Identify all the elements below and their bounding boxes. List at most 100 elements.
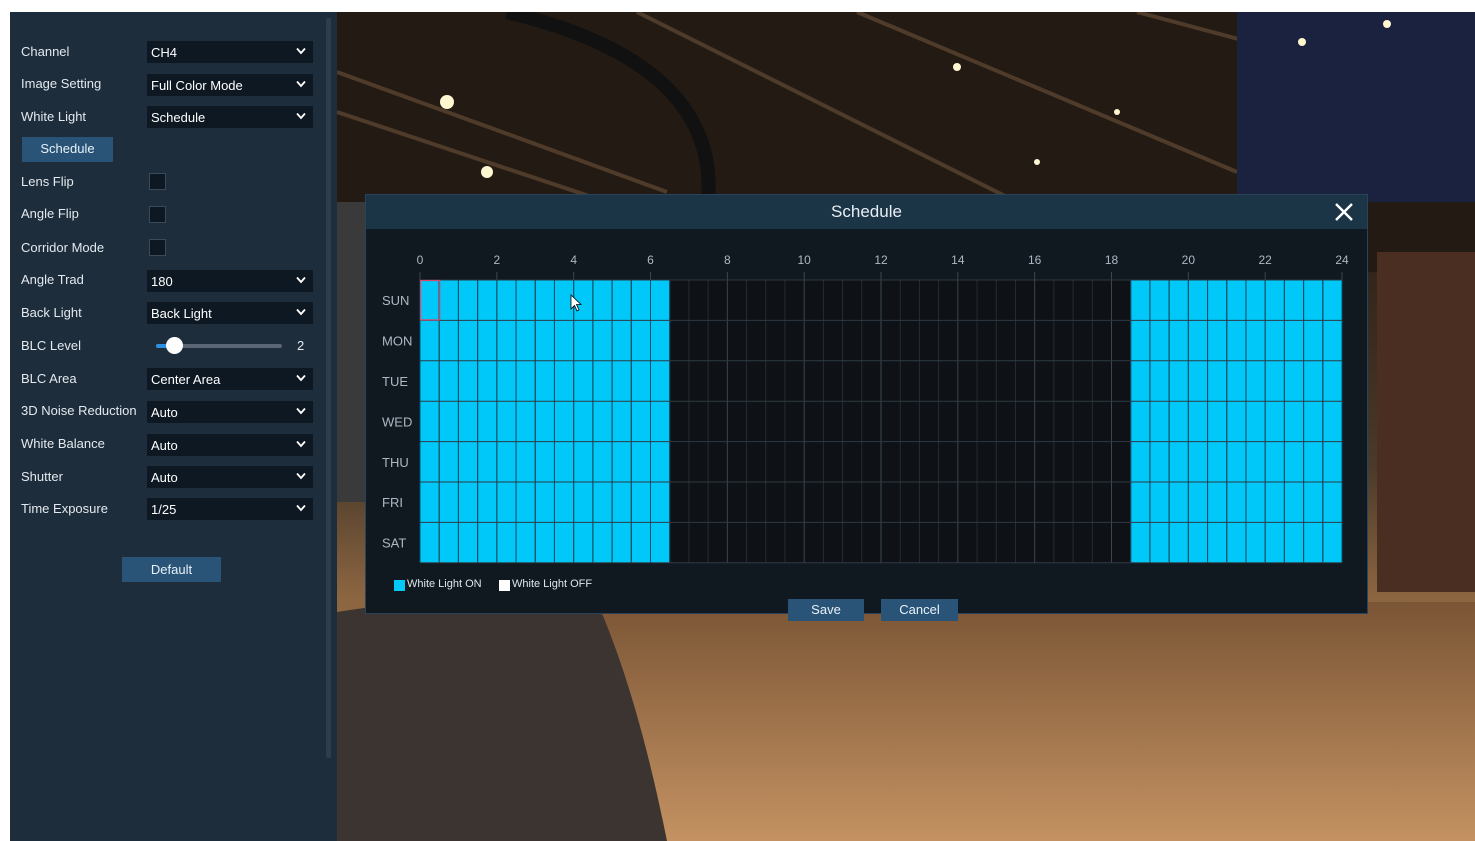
hour-tick-label: 4 (570, 253, 577, 267)
shutter-value: Auto (151, 470, 178, 485)
image-setting-value: Full Color Mode (151, 78, 243, 93)
lens-flip-label: Lens Flip (21, 174, 74, 189)
white-balance-label: White Balance (21, 436, 105, 451)
time-exposure-select[interactable]: 1/25 (147, 498, 313, 520)
legend-on-swatch (394, 580, 405, 591)
channel-select[interactable]: CH4 (147, 41, 313, 63)
chevron-down-icon (296, 308, 306, 316)
hour-tick-label: 14 (951, 253, 965, 267)
hour-tick-label: 18 (1105, 253, 1119, 267)
chevron-down-icon (296, 440, 306, 448)
blc-level-slider-handle[interactable] (165, 337, 183, 354)
noise-reduction-label: 3D Noise Reduction (21, 403, 137, 418)
angle-trad-select[interactable]: 180 (147, 270, 313, 292)
schedule-on-block[interactable] (420, 522, 670, 563)
legend-on-label: White Light ON (407, 578, 482, 590)
legend-off-label: White Light OFF (512, 578, 593, 590)
shutter-label: Shutter (21, 469, 63, 484)
schedule-on-block[interactable] (1130, 482, 1342, 523)
chevron-down-icon (296, 47, 306, 55)
chevron-down-icon (296, 504, 306, 512)
hour-tick-label: 22 (1258, 253, 1272, 267)
hour-tick-label: 8 (724, 253, 731, 267)
panel-scrollbar[interactable] (326, 18, 331, 758)
hour-tick-label: 6 (647, 253, 654, 267)
blc-level-slider[interactable] (156, 337, 282, 354)
angle-trad-value: 180 (151, 274, 173, 289)
chevron-down-icon (296, 112, 306, 120)
back-light-label: Back Light (21, 305, 82, 320)
channel-label: Channel (21, 44, 70, 59)
blc-level-label: BLC Level (21, 338, 81, 353)
dialog-title: Schedule (831, 202, 902, 221)
chevron-down-icon (296, 472, 306, 480)
time-exposure-label: Time Exposure (21, 501, 108, 516)
day-label: SUN (382, 293, 409, 308)
angle-flip-label: Angle Flip (21, 206, 79, 221)
day-label: SAT (382, 536, 406, 551)
channel-value: CH4 (151, 45, 178, 60)
hour-tick-label: 2 (493, 253, 500, 267)
save-button[interactable]: Save (788, 599, 864, 621)
schedule-on-block[interactable] (1130, 360, 1342, 402)
shutter-select[interactable]: Auto (147, 466, 313, 488)
schedule-grid[interactable]: 0 2 4 6 8 10 12 14 16 18 20 22 24SUNMONTUEWEDTHUFRIS… (366, 229, 1367, 569)
day-label: FRI (382, 495, 403, 510)
chevron-down-icon (296, 276, 306, 284)
schedule-on-block[interactable] (420, 401, 670, 442)
white-light-label: White Light (21, 109, 87, 124)
white-balance-value: Auto (151, 438, 178, 453)
chevron-down-icon (296, 407, 306, 415)
image-settings-panel: Channel CH4 Image Setting Full Color Mod… (10, 12, 337, 841)
schedule-on-block[interactable] (420, 482, 670, 523)
back-light-value: Back Light (151, 306, 212, 321)
screen: Channel CH4 Image Setting Full Color Mod… (10, 12, 1475, 841)
angle-flip-checkbox[interactable] (149, 206, 166, 223)
white-balance-select[interactable]: Auto (147, 434, 313, 456)
blc-area-label: BLC Area (21, 371, 77, 386)
day-label: MON (382, 334, 412, 349)
schedule-button[interactable]: Schedule (22, 137, 113, 162)
schedule-dialog: Schedule 0 2 4 6 8 10 12 14 16 18 20 22 24 SUN MON TUE W… (365, 194, 1368, 621)
day-label: TUE (382, 374, 408, 389)
hour-tick-label: 12 (874, 253, 888, 267)
blc-area-select[interactable]: Center Area (147, 368, 313, 390)
hour-tick-label: 10 (797, 253, 811, 267)
lens-flip-checkbox[interactable] (149, 173, 166, 190)
hour-tick-label: 16 (1028, 253, 1042, 267)
dialog-header: Schedule (366, 195, 1367, 229)
schedule-on-block[interactable] (1130, 280, 1342, 321)
day-label: WED (382, 414, 412, 429)
schedule-on-block[interactable] (1130, 522, 1342, 563)
hour-tick-label: 24 (1335, 253, 1349, 267)
image-setting-label: Image Setting (21, 76, 102, 91)
schedule-on-block[interactable] (420, 360, 670, 402)
chevron-down-icon (296, 374, 306, 382)
schedule-on-block[interactable] (420, 280, 670, 321)
back-light-select[interactable]: Back Light (147, 302, 313, 324)
hour-tick-label: 20 (1182, 253, 1196, 267)
schedule-on-block[interactable] (1130, 401, 1342, 442)
close-icon[interactable] (1333, 201, 1355, 223)
schedule-on-block[interactable] (1130, 441, 1342, 482)
blc-area-value: Center Area (151, 372, 221, 387)
angle-trad-label: Angle Trad (21, 272, 84, 287)
white-light-value: Schedule (151, 110, 206, 125)
image-setting-select[interactable]: Full Color Mode (147, 74, 313, 96)
noise-reduction-select[interactable]: Auto (147, 401, 313, 423)
cancel-button[interactable]: Cancel (881, 599, 958, 621)
legend-off-swatch (499, 580, 510, 591)
schedule-on-block[interactable] (420, 320, 670, 361)
chevron-down-icon (296, 80, 306, 88)
corridor-mode-label: Corridor Mode (21, 240, 105, 255)
noise-reduction-value: Auto (151, 405, 178, 420)
hour-tick-label: 0 (417, 253, 424, 267)
schedule-on-block[interactable] (420, 441, 670, 482)
schedule-on-block[interactable] (1130, 320, 1342, 361)
blc-level-value: 2 (297, 338, 305, 353)
default-button[interactable]: Default (122, 557, 221, 582)
time-exposure-value: 1/25 (151, 502, 177, 517)
corridor-mode-checkbox[interactable] (149, 239, 166, 256)
day-label: THU (382, 455, 409, 470)
white-light-select[interactable]: Schedule (147, 106, 313, 128)
